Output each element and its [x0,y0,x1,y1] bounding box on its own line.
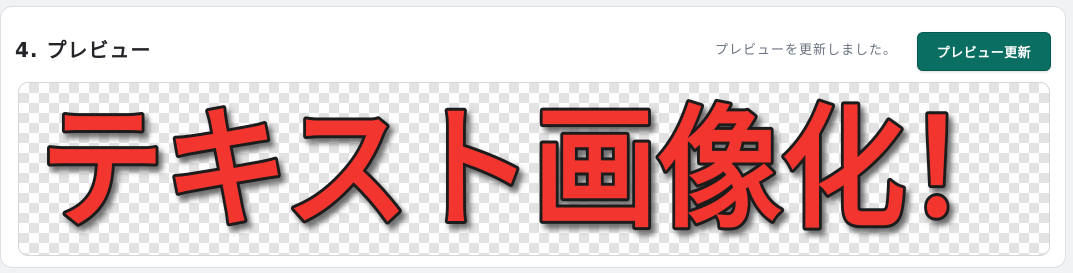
preview-rendered-text: テキスト画像化！ [40,93,1030,247]
section-title: 4. プレビュー [15,38,152,62]
status-message: プレビューを更新しました。 [714,43,897,58]
preview-section-card: 4. プレビュー プレビューを更新しました。 プレビュー更新 テキスト画像化！ [0,6,1066,268]
preview-image: テキスト画像化！ [37,90,1033,250]
preview-canvas: テキスト画像化！ [18,82,1050,256]
refresh-preview-button[interactable]: プレビュー更新 [917,32,1051,71]
